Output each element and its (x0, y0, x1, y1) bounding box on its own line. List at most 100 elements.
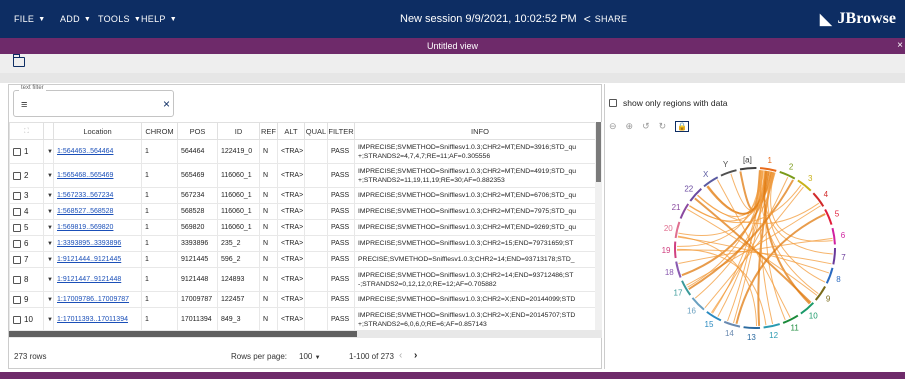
location-link[interactable]: 1:569819..569820 (57, 224, 113, 231)
previous-page-icon[interactable]: ‹ (399, 350, 402, 361)
chromosome-arc[interactable] (720, 169, 737, 177)
column-header-filter[interactable]: FILTER (327, 122, 355, 140)
close-view-icon[interactable]: × (897, 40, 903, 51)
expand-row-icon[interactable]: ▼ (43, 235, 54, 252)
text-filter-input[interactable] (38, 99, 158, 111)
expand-row-icon[interactable]: ▼ (43, 219, 54, 236)
table-row[interactable]: 3 ▼ 1:567233..567234 1 567234 116060_1 N <TRA> P… (9, 187, 602, 204)
rotate-left-icon[interactable]: ↺ (642, 121, 650, 132)
table-row[interactable]: 10 ▼ 1:17011393..17011394 1 17011394 849_3 N <T… (9, 307, 602, 330)
chord[interactable] (677, 249, 832, 265)
expand-row-icon[interactable]: ▼ (43, 139, 54, 164)
select-all-column[interactable]: ⛶ (9, 122, 44, 140)
expand-row-icon[interactable]: ▼ (43, 203, 54, 220)
location-link[interactable]: 1:9121444..9121445 (57, 256, 121, 263)
chromosome-arc[interactable] (743, 326, 761, 329)
table-row[interactable]: 5 ▼ 1:569819..569820 1 569820 116060_1 N <TRA> P… (9, 219, 602, 236)
help-menu[interactable]: HELP ▼ (141, 0, 177, 38)
row-checkbox[interactable] (13, 240, 21, 249)
chromosome-arc[interactable] (812, 192, 825, 207)
row-checkbox[interactable] (13, 296, 21, 305)
row-checkbox[interactable] (13, 192, 21, 201)
location-link[interactable]: 1:568527..568528 (57, 208, 113, 215)
chromosome-arc[interactable] (824, 208, 833, 225)
tools-menu[interactable]: TOOLS ▼ (98, 0, 141, 38)
chromosome-arc[interactable] (674, 241, 677, 259)
checkbox[interactable] (609, 99, 617, 107)
expand-row-icon[interactable]: ▼ (43, 307, 54, 330)
table-row[interactable]: 9 ▼ 1:17009786..17009787 1 17009787 122457 N <T… (9, 291, 602, 308)
location-link[interactable]: 1:17011393..17011394 (57, 316, 128, 323)
chromosome-arc[interactable] (674, 221, 681, 239)
chromosome-arc[interactable] (679, 203, 690, 219)
row-select-cell[interactable]: 6 (9, 235, 44, 252)
scrollbar-thumb[interactable] (596, 122, 601, 182)
rotate-right-icon[interactable]: ↻ (659, 121, 667, 132)
chromosome-arc[interactable] (832, 247, 836, 265)
location-link[interactable]: 1:9121447..9121448 (57, 276, 121, 283)
column-header-location[interactable]: Location (53, 122, 142, 140)
expand-row-icon[interactable]: ▼ (43, 291, 54, 308)
vertical-scrollbar[interactable] (595, 122, 602, 330)
location-link[interactable]: 1:3393895..3393896 (57, 240, 121, 247)
column-header-alt[interactable]: ALT (277, 122, 305, 140)
rows-per-page-select[interactable]: 100 ▼ (299, 352, 321, 361)
share-button[interactable]: SHARE (595, 14, 628, 24)
zoom-in-icon[interactable]: ⊕ (626, 121, 634, 132)
row-select-cell[interactable]: 4 (9, 203, 44, 220)
row-select-cell[interactable]: 10 (9, 307, 44, 330)
chromosome-arc[interactable] (706, 311, 722, 322)
row-select-cell[interactable]: 2 (9, 163, 44, 188)
row-checkbox[interactable] (13, 256, 21, 265)
row-checkbox[interactable] (13, 208, 21, 217)
zoom-out-icon[interactable]: ⊖ (609, 121, 617, 132)
column-header-qual[interactable]: QUAL (304, 122, 328, 140)
row-checkbox[interactable] (13, 316, 21, 325)
table-row[interactable]: 7 ▼ 1:9121444..9121445 1 9121445 596_2 N <TRA> P… (9, 251, 602, 268)
clear-filter-icon[interactable]: × (163, 97, 170, 111)
column-header-id[interactable]: ID (217, 122, 260, 140)
table-row[interactable]: 1 ▼ 1:564463..564464 1 564464 122419_0 N <TRA> P… (9, 139, 602, 164)
table-row[interactable]: 8 ▼ 1:9121447..9121448 1 9121448 124893 N <TRA>… (9, 267, 602, 292)
next-page-icon[interactable]: › (414, 350, 417, 361)
location-link[interactable]: 1:564463..564464 (57, 148, 113, 155)
expand-row-icon[interactable]: ▼ (43, 163, 54, 188)
expand-row-icon[interactable]: ▼ (43, 267, 54, 292)
column-header-chrom[interactable]: CHROM (141, 122, 178, 140)
location-link[interactable]: 1:17009786..17009787 (57, 296, 129, 303)
view-title[interactable]: Untitled view (0, 41, 905, 51)
horizontal-scrollbar[interactable] (9, 330, 602, 338)
column-header-info[interactable]: INFO (354, 122, 602, 140)
row-checkbox[interactable] (13, 148, 21, 157)
row-select-cell[interactable]: 9 (9, 291, 44, 308)
scrollbar-thumb[interactable] (9, 331, 357, 337)
session-title[interactable]: New session 9/9/2021, 10:02:52 PM (400, 13, 577, 25)
row-select-cell[interactable]: 1 (9, 139, 44, 164)
row-checkbox[interactable] (13, 276, 21, 285)
row-select-cell[interactable]: 5 (9, 219, 44, 236)
show-regions-toggle[interactable]: show only regions with data (609, 98, 727, 108)
chromosome-arc[interactable] (675, 261, 682, 278)
table-row[interactable]: 4 ▼ 1:568527..568528 1 568528 116060_1 N <TRA> P… (9, 203, 602, 220)
row-select-cell[interactable]: 8 (9, 267, 44, 292)
row-select-cell[interactable]: 7 (9, 251, 44, 268)
row-checkbox[interactable] (13, 224, 21, 233)
row-checkbox[interactable] (13, 172, 21, 181)
chromosome-arc[interactable] (825, 267, 834, 284)
table-row[interactable]: 6 ▼ 1:3393895..3393896 1 3393896 235_2 N <TRA> P… (9, 235, 602, 252)
location-link[interactable]: 1:565468..565469 (57, 172, 113, 179)
expand-row-icon[interactable]: ▼ (43, 187, 54, 204)
expand-row-icon[interactable]: ▼ (43, 251, 54, 268)
lock-icon[interactable]: 🔒 (675, 121, 690, 132)
column-header-ref[interactable]: REF (259, 122, 278, 140)
add-menu[interactable]: ADD ▼ (60, 0, 91, 38)
row-select-cell[interactable]: 3 (9, 187, 44, 204)
file-menu[interactable]: FILE ▼ (14, 0, 45, 38)
chromosome-arc[interactable] (739, 167, 757, 171)
share-icon[interactable]: < (584, 12, 591, 26)
folder-icon[interactable] (13, 54, 25, 67)
table-row[interactable]: 2 ▼ 1:565468..565469 1 565469 116060_1 N <TRA> P… (9, 163, 602, 188)
column-header-pos[interactable]: POS (177, 122, 218, 140)
chromosome-arc[interactable] (831, 227, 836, 245)
location-link[interactable]: 1:567233..567234 (57, 192, 113, 199)
